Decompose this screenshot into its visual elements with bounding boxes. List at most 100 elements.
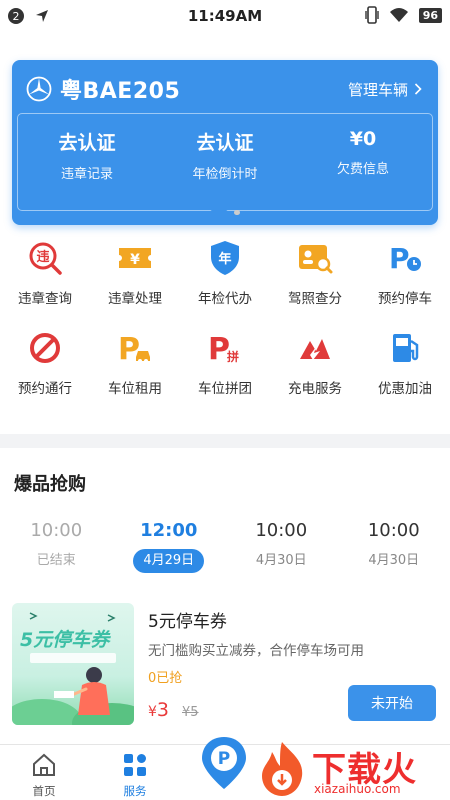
service-violation-search[interactable]: 违 违章查询 <box>0 239 90 307</box>
violation-search-icon: 违 <box>29 242 62 275</box>
price-value: 3 <box>156 699 170 721</box>
parking-coupon-illustration <box>12 612 134 725</box>
service-label: 驾照查分 <box>288 291 342 307</box>
slot-date: 4月30日 <box>368 553 420 568</box>
section-title: 爆品抢购 <box>14 474 86 495</box>
product-description: 无门槛购买立减券，合作停车场可用 <box>148 643 364 659</box>
not-started-button[interactable]: 未开始 <box>348 685 436 721</box>
stat-inspection[interactable]: 去认证 年检倒计时 <box>156 114 294 210</box>
flame-logo-icon <box>262 742 303 796</box>
nav-service[interactable]: 服务 <box>105 751 165 799</box>
service-label: 充电服务 <box>288 381 342 397</box>
nav-home[interactable]: 首页 <box>14 751 74 799</box>
stat-label: 违章记录 <box>60 167 113 182</box>
service-license-score[interactable]: 驾照查分 <box>270 239 360 307</box>
service-label: 车位租用 <box>108 381 162 397</box>
service-label: 预约通行 <box>18 381 72 397</box>
vehicle-card[interactable]: 粤BAE205 管理车辆 去认证 违章记录 去认证 年检倒计时 ¥0 欠费信息 <box>12 60 438 225</box>
flash-sale-section: 爆品抢购 10:00 已结束 12:00 4月29日 10:00 4月30日 1… <box>0 448 450 744</box>
service-violation-handle[interactable]: ¥ 违章处理 <box>90 239 180 307</box>
home-icon <box>33 753 55 776</box>
violation-handle-icon: ¥ <box>119 248 151 268</box>
car-brand-logo-icon <box>26 76 52 102</box>
manage-vehicles-label: 管理车辆 <box>347 80 408 99</box>
slot-date: 4月29日 <box>133 549 205 573</box>
stat-fees[interactable]: ¥0 欠费信息 <box>294 114 432 210</box>
service-annual-inspection[interactable]: 年 年检代办 <box>180 239 270 307</box>
carousel-dot <box>234 210 240 215</box>
product-image-title: 5元停车券 <box>20 629 110 651</box>
reserve-pass-icon <box>30 333 60 363</box>
annual-inspection-icon: 年 <box>211 241 239 275</box>
license-score-icon <box>299 245 333 274</box>
space-group-icon: P拼 <box>208 332 239 367</box>
price-currency: ¥ <box>148 704 157 720</box>
carousel-indicator <box>0 210 450 215</box>
service-charging[interactable]: 充电服务 <box>270 329 360 397</box>
slot-time: 10:00 <box>367 520 420 541</box>
chevron-right-icon <box>414 83 422 95</box>
svg-text:P: P <box>118 332 140 367</box>
svg-text:拼: 拼 <box>227 349 239 364</box>
svg-text:年: 年 <box>218 251 231 267</box>
stat-value: 去认证 <box>58 132 116 154</box>
stat-value: 去认证 <box>196 132 254 154</box>
service-reserve-parking[interactable]: P 预约停车 <box>360 239 450 307</box>
service-label: 年检代办 <box>198 291 252 307</box>
service-space-group[interactable]: P拼 车位拼团 <box>180 329 270 397</box>
top-section: 粤BAE205 管理车辆 去认证 违章记录 去认证 年检倒计时 ¥0 欠费信息 <box>0 32 450 434</box>
vehicle-stats: 去认证 违章记录 去认证 年检倒计时 ¥0 欠费信息 <box>17 113 433 211</box>
fuel-icon <box>393 334 419 362</box>
time-slot-tab[interactable]: 10:00 4月30日 <box>338 520 450 573</box>
carousel-dot-active <box>210 210 228 215</box>
location-arrow-icon <box>36 10 48 22</box>
nav-label: 服务 <box>123 784 147 798</box>
notification-badge: 2 <box>8 8 24 24</box>
service-label: 违章处理 <box>108 291 162 307</box>
stat-label: 欠费信息 <box>336 162 389 177</box>
product-card[interactable]: 5元停车券 5元停车券 无门槛购买立减券，合作停车场可用 0已抢 ¥3 ¥5 未… <box>12 603 438 725</box>
service-label: 预约停车 <box>378 291 432 307</box>
slot-date: 4月30日 <box>255 553 307 568</box>
stat-label: 年检倒计时 <box>192 167 258 182</box>
slot-time: 10:00 <box>255 520 308 541</box>
svg-text:P: P <box>389 242 410 275</box>
slot-time: 12:00 <box>140 520 198 541</box>
wifi-icon <box>389 8 408 22</box>
license-plate: 粤BAE205 <box>60 79 181 104</box>
product-price: ¥3 <box>148 699 169 721</box>
reserve-parking-icon: P <box>389 242 421 275</box>
service-grid: 违 违章查询 ¥ 违章处理 年 年检代办 驾照查分 P 预约停车 预约通行 P … <box>0 239 450 397</box>
slot-time: 10:00 <box>30 520 83 541</box>
vibrate-icon <box>364 6 379 24</box>
product-original-price: ¥5 <box>182 705 199 720</box>
service-label: 车位拼团 <box>198 381 252 397</box>
slot-status: 已结束 <box>36 553 76 568</box>
svg-text:P: P <box>218 749 230 769</box>
time-slot-tab[interactable]: 10:00 已结束 <box>0 520 113 573</box>
service-label: 优惠加油 <box>378 381 432 397</box>
space-rent-icon: P <box>118 332 150 367</box>
service-fuel[interactable]: 优惠加油 <box>360 329 450 397</box>
service-reserve-pass[interactable]: 预约通行 <box>0 329 90 397</box>
service-label: 违章查询 <box>18 291 72 307</box>
time-slot-tab-active[interactable]: 12:00 4月29日 <box>113 520 226 573</box>
charging-icon <box>300 339 330 360</box>
watermark-url: xiazaihuo.com <box>314 782 401 796</box>
product-image: 5元停车券 <box>12 603 134 725</box>
stat-value: ¥0 <box>349 128 377 150</box>
stat-violations[interactable]: 去认证 违章记录 <box>18 114 156 210</box>
product-name: 5元停车券 <box>148 612 227 632</box>
status-bar: 2 11:49AM 96 <box>0 0 450 32</box>
svg-text:¥: ¥ <box>130 252 140 268</box>
service-space-rent[interactable]: P 车位租用 <box>90 329 180 397</box>
watermark: 下载火 xiazaihuo.com <box>256 740 444 800</box>
battery-indicator: 96 <box>418 7 442 23</box>
nav-label: 首页 <box>32 784 56 798</box>
product-sold-count: 0已抢 <box>148 671 183 686</box>
time-slot-tab[interactable]: 10:00 4月30日 <box>225 520 338 573</box>
service-grid-icon <box>124 754 146 776</box>
parking-location-fab-icon[interactable]: P <box>194 733 254 793</box>
time-slot-tabs: 10:00 已结束 12:00 4月29日 10:00 4月30日 10:00 … <box>0 520 450 573</box>
manage-vehicles-link[interactable]: 管理车辆 <box>348 79 422 100</box>
